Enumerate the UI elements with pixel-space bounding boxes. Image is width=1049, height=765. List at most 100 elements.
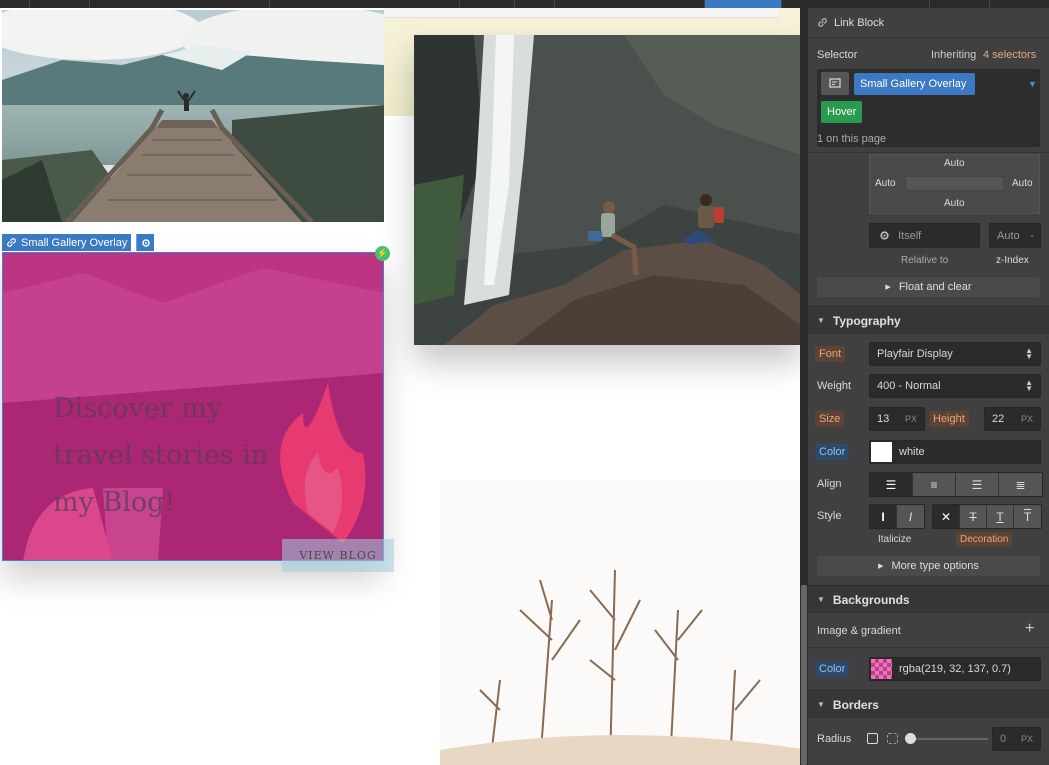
- background-color-value: rgba(219, 32, 137, 0.7): [899, 663, 1011, 675]
- panel-tabs: [808, 0, 1049, 8]
- font-label: Font: [815, 346, 846, 362]
- borders-section-header[interactable]: ▼ Borders: [808, 690, 1049, 718]
- element-header: Link Block: [808, 8, 1049, 38]
- float-and-clear-label: Float and clear: [898, 281, 972, 293]
- breadcrumb-segment[interactable]: [270, 0, 460, 8]
- size-unit[interactable]: PX: [905, 414, 917, 424]
- more-type-options-button[interactable]: ▶ More type options: [817, 556, 1040, 576]
- offset-top[interactable]: Auto: [944, 158, 965, 169]
- relative-to-label: Relative to: [901, 255, 949, 266]
- line-height-unit[interactable]: PX: [1021, 414, 1033, 424]
- view-blog-button[interactable]: VIEW BLOG: [282, 539, 394, 572]
- size-value: 13: [877, 413, 890, 425]
- underline-icon[interactable]: T: [987, 505, 1014, 528]
- selection-label[interactable]: Small Gallery Overlay: [2, 234, 132, 251]
- font-value: Playfair Display: [877, 348, 953, 360]
- offset-right[interactable]: Auto: [1012, 178, 1033, 189]
- waterfall-illustration: [414, 35, 801, 345]
- align-left-icon[interactable]: ☰: [870, 473, 913, 496]
- breadcrumb-segment[interactable]: [30, 0, 90, 8]
- font-select[interactable]: Playfair Display ▲ ▼: [869, 342, 1041, 366]
- select-arrows-icon: ▲ ▼: [1025, 378, 1033, 393]
- caret-down-icon: ▼: [817, 595, 825, 604]
- image-gradient-label: Image & gradient: [817, 625, 901, 637]
- italic-style-icon[interactable]: I: [897, 505, 924, 528]
- designer-canvas[interactable]: Discover my travel stories in my Blog! V…: [0, 0, 808, 765]
- selection-label-text: Small Gallery Overlay: [21, 236, 128, 249]
- background-color-field[interactable]: rgba(219, 32, 137, 0.7): [869, 657, 1041, 681]
- link-icon: [7, 238, 16, 247]
- selector-type-button[interactable]: [821, 72, 849, 95]
- tag-icon: [829, 78, 841, 88]
- canvas-scrollbar[interactable]: [800, 0, 808, 765]
- typography-section-header[interactable]: ▼ Typography: [808, 306, 1049, 334]
- no-decoration-icon[interactable]: ✕: [933, 505, 960, 528]
- gallery-image-mountain-walkway[interactable]: [2, 10, 384, 222]
- small-gallery-overlay[interactable]: Discover my travel stories in my Blog!: [2, 252, 384, 561]
- z-index-field[interactable]: Auto -: [989, 223, 1041, 248]
- breadcrumb-selected[interactable]: [705, 0, 782, 8]
- offset-bottom[interactable]: Auto: [944, 198, 965, 209]
- radius-slider-track[interactable]: [910, 738, 988, 740]
- inheriting-prefix: Inheriting: [931, 49, 977, 61]
- radius-all-corners-icon[interactable]: [867, 733, 878, 744]
- italicize-label: Italicize: [878, 534, 912, 545]
- add-background-plus-icon[interactable]: +: [1025, 620, 1034, 638]
- bare-trees-background: [440, 420, 808, 765]
- link-icon: [818, 18, 827, 27]
- text-color-field[interactable]: white: [869, 440, 1041, 464]
- caret-right-icon: ▶: [885, 284, 891, 291]
- select-arrows-icon: ▲ ▼: [1025, 346, 1033, 361]
- panel-tab[interactable]: [989, 0, 1049, 8]
- breadcrumb-segment[interactable]: [90, 0, 270, 8]
- breadcrumb-segment[interactable]: [460, 0, 515, 8]
- inheriting-count-link[interactable]: 4 selectors: [983, 49, 1036, 61]
- relative-to-field[interactable]: Itself: [869, 223, 980, 248]
- align-label: Align: [817, 478, 842, 490]
- z-index-label: z-Index: [996, 255, 1029, 266]
- align-justify-icon[interactable]: ≣: [999, 473, 1042, 496]
- decoration-group: ✕ T T T: [932, 504, 1042, 529]
- backgrounds-section-header[interactable]: ▼ Backgrounds: [808, 585, 1049, 613]
- radius-value: 0: [1000, 733, 1007, 745]
- background-color-label: Color: [815, 661, 850, 677]
- relative-to-value: Itself: [898, 229, 922, 242]
- interaction-bolt-icon[interactable]: ⚡: [375, 246, 390, 261]
- float-and-clear-button[interactable]: ▶ Float and clear: [817, 277, 1040, 297]
- backgrounds-title: Backgrounds: [832, 592, 910, 607]
- align-center-icon[interactable]: ≡: [913, 473, 956, 496]
- selection-settings-button[interactable]: [136, 234, 154, 251]
- offset-left[interactable]: Auto: [875, 178, 896, 189]
- state-chip[interactable]: Hover: [821, 101, 863, 123]
- background-color-swatch[interactable]: [871, 659, 892, 679]
- style-panel: Link Block Selector Inheriting 4 selecto…: [808, 0, 1049, 765]
- on-page-count: 1 on this page: [817, 133, 887, 145]
- strikethrough-icon[interactable]: T: [960, 505, 987, 528]
- canvas-strip: [384, 8, 778, 18]
- borders-title: Borders: [832, 697, 879, 712]
- breadcrumb-segment[interactable]: [555, 0, 705, 8]
- gear-icon: [141, 238, 150, 247]
- regular-style-icon[interactable]: I: [870, 505, 897, 528]
- class-chip[interactable]: Small Gallery Overlay: [854, 73, 975, 95]
- radius-individual-corners-icon[interactable]: [887, 733, 898, 744]
- weight-select[interactable]: 400 - Normal ▲ ▼: [869, 374, 1041, 398]
- position-offset-box: Auto Auto Auto Auto: [869, 154, 1040, 214]
- radius-label: Radius: [817, 733, 852, 745]
- radius-slider-knob[interactable]: [905, 733, 916, 744]
- radius-unit[interactable]: PX: [1021, 734, 1033, 744]
- gallery-image-waterfall[interactable]: [414, 35, 801, 345]
- line-height-input[interactable]: 22 PX: [984, 407, 1041, 431]
- breadcrumb-segment[interactable]: [515, 0, 555, 8]
- panel-tab[interactable]: [929, 0, 989, 8]
- mountain-walkway-illustration: [2, 10, 384, 222]
- breadcrumb-segment[interactable]: [0, 0, 30, 8]
- offset-center: [905, 176, 1004, 191]
- selector-dropdown-arrow-icon[interactable]: ▼: [1028, 79, 1037, 89]
- align-right-icon[interactable]: ☰: [956, 473, 999, 496]
- scrollbar-thumb[interactable]: [801, 585, 807, 765]
- text-color-swatch[interactable]: [871, 442, 892, 462]
- overline-icon[interactable]: T: [1014, 505, 1041, 528]
- size-input[interactable]: 13 PX: [869, 407, 925, 431]
- radius-input[interactable]: 0 PX: [992, 727, 1041, 751]
